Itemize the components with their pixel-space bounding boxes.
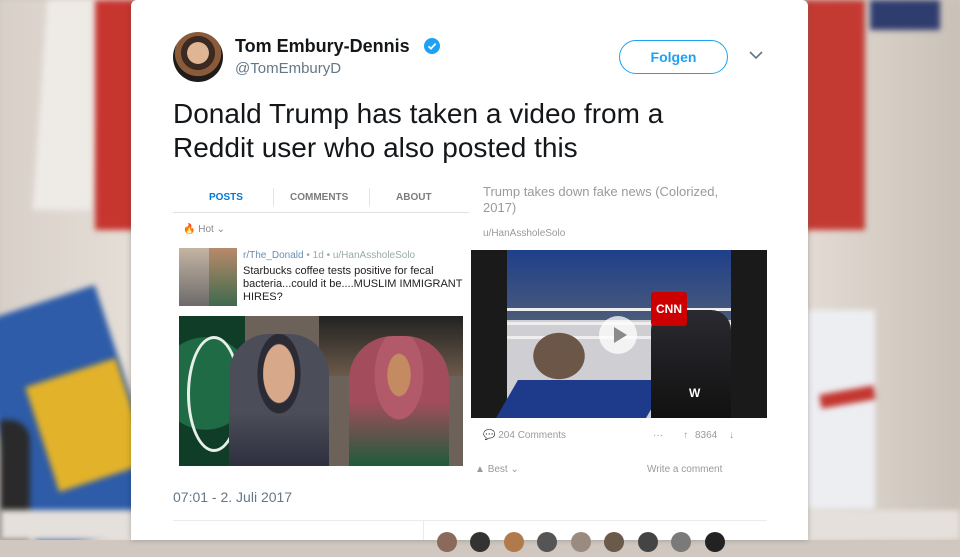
avatar[interactable] <box>637 532 658 552</box>
post-image <box>179 316 463 466</box>
tweet-text: Donald Trump has taken a video from a Re… <box>173 98 664 163</box>
post-footer: 💬 204 Comments ··· ↑ 8364 ↓ <box>483 430 753 441</box>
chevron-down-icon: ⌄ <box>510 464 519 475</box>
verified-badge-icon <box>424 38 440 54</box>
post-title: Trump takes down fake news (Colorized, 2… <box>483 184 719 215</box>
avatar[interactable] <box>173 32 223 82</box>
avatar[interactable] <box>537 532 558 552</box>
post-thumbnail <box>179 248 237 306</box>
follow-button[interactable]: Folgen <box>619 40 728 74</box>
play-icon <box>599 316 637 354</box>
more-icon: ··· <box>653 430 663 441</box>
likers-avatars[interactable] <box>437 532 734 557</box>
tab-about: ABOUT <box>396 192 432 203</box>
post-age: 1d <box>312 250 324 261</box>
post-user: u/HanAssholeSolo <box>332 250 416 261</box>
divider <box>423 520 424 540</box>
sort-selector: 🔥 Hot ⌄ <box>183 224 225 235</box>
chevron-down-icon: ⌄ <box>216 224 225 235</box>
score: 8364 <box>695 430 718 441</box>
sort-label: Hot <box>198 224 214 235</box>
post-user: u/HanAssholeSolo <box>483 228 566 239</box>
cnn-logo: CNN <box>651 292 687 326</box>
avatar[interactable] <box>570 532 591 552</box>
wwe-logo: W <box>689 386 701 400</box>
post-meta: r/The_Donald • 1d • u/HanAssholeSolo <box>243 250 416 261</box>
author-name[interactable]: Tom Embury-Dennis <box>235 36 410 57</box>
avatar[interactable] <box>671 532 692 552</box>
subreddit-name: r/The_Donald <box>243 250 304 261</box>
comments-count: 204 Comments <box>498 430 567 441</box>
post-title: Starbucks coffee tests positive for feca… <box>243 265 463 303</box>
avatar[interactable] <box>704 532 725 552</box>
divider <box>173 520 767 521</box>
downvote-icon: ↓ <box>729 430 734 441</box>
avatar[interactable] <box>470 532 491 552</box>
chevron-down-icon[interactable] <box>749 50 763 60</box>
comment-icon: 💬 <box>483 430 496 441</box>
tweet-timestamp[interactable]: 07:01 - 2. Juli 2017 <box>173 489 292 505</box>
sort-label: Best <box>487 464 508 475</box>
tab-posts: POSTS <box>209 192 243 203</box>
flame-icon: 🔥 <box>183 224 196 235</box>
avatar[interactable] <box>437 532 457 552</box>
reddit-tabs: POSTS COMMENTS ABOUT <box>173 178 469 213</box>
comment-bar: ▲ Best ⌄ Write a comment <box>475 464 755 475</box>
upvote-icon: ↑ <box>683 430 688 441</box>
write-comment-label: Write a comment <box>647 464 723 475</box>
tweet-card: Tom Embury-Dennis @TomEmburyD Folgen Don… <box>131 0 808 552</box>
reddit-post-screenshot: Trump takes down fake news (Colorized, 2… <box>469 178 767 476</box>
tab-comments: COMMENTS <box>290 192 349 203</box>
tweet-media[interactable]: POSTS COMMENTS ABOUT 🔥 Hot ⌄ r/The_Donal… <box>173 178 767 476</box>
video-thumbnail: CNN W <box>471 250 767 418</box>
avatar[interactable] <box>503 532 524 552</box>
reddit-profile-screenshot: POSTS COMMENTS ABOUT 🔥 Hot ⌄ r/The_Donal… <box>173 178 469 476</box>
sort-icon: ▲ <box>475 464 485 475</box>
avatar[interactable] <box>604 532 625 552</box>
author-handle[interactable]: @TomEmburyD <box>235 60 341 77</box>
